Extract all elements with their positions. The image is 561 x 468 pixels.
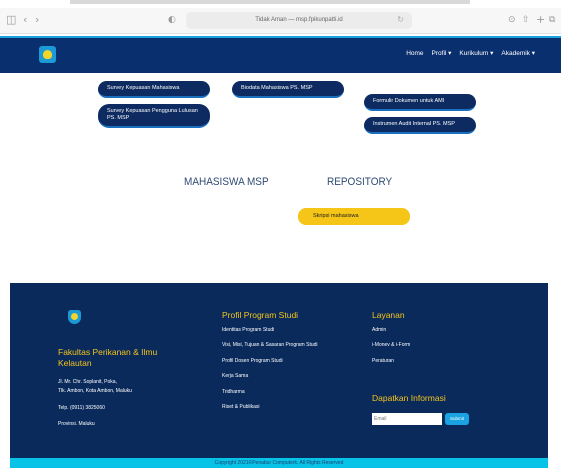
browser-toolbar: ◫ ‹ › ◐ Tidak Aman — msp.fpikunpatti.id … [0, 8, 561, 34]
faculty-name-line1: Fakultas Perikanan & Ilmu [58, 347, 158, 357]
profil-link-dosen[interactable]: Profil Dosen Program Studi [222, 358, 283, 365]
repository-section-title: REPOSITORY [327, 176, 393, 189]
skripsi-label: Skripsi mahasiswa [313, 213, 359, 219]
nav-kurikulum[interactable]: Kurikulum ▾ [459, 49, 493, 59]
info-title: Dapatkan Informasi [372, 393, 446, 403]
layanan-title: Layanan [372, 310, 405, 320]
nav-menu: Home Profil ▾ Kurikulum ▾ Akademik ▾ [406, 49, 535, 59]
profil-link-visi-misi[interactable]: Visi, Misi, Tujuan & Sasaran Program Stu… [222, 342, 318, 349]
mahasiswa-section-title: MAHASISWA MSP [184, 176, 269, 189]
sidebar-icon[interactable]: ◫ [6, 13, 16, 27]
share-icon[interactable]: ⇧ [522, 13, 530, 27]
new-tab-icon[interactable]: + [536, 13, 545, 27]
layanan-link-imonev[interactable]: i-Monev & i-Form [372, 342, 410, 349]
formulir-ami-button[interactable]: Formulir Dokumen untuk AMI [364, 94, 476, 111]
address-bar-url: Tidak Aman — msp.fpikunpatti.id [255, 17, 343, 23]
address-line1: Jl. Mr. Chr. Soplanit, Poka, [58, 379, 117, 385]
faculty-emblem-icon [68, 310, 81, 324]
instrumen-audit-button[interactable]: Instrumen Audit Internal PS. MSP [364, 117, 476, 134]
survey-pengguna-label-line2: PS. MSP [107, 115, 130, 121]
nav-home[interactable]: Home [406, 49, 423, 59]
copyright-bar: Copyright 2021©Penabur Computerk. All Ri… [10, 458, 548, 468]
province: Provinsi. Maluku [58, 421, 95, 427]
profil-link-identitas[interactable]: Identitas Program Studi [222, 327, 274, 334]
site-logo[interactable] [39, 46, 56, 63]
address-line2: Tlk. Ambon, Kota Ambon, Maluku [58, 388, 132, 394]
profil-link-tridharma[interactable]: Tridharma [222, 389, 245, 396]
profil-title: Profil Program Studi [222, 310, 299, 320]
top-strip [70, 0, 470, 4]
reload-icon[interactable]: ↻ [397, 14, 404, 26]
download-icon[interactable]: ⊙ [508, 13, 516, 27]
privacy-shield-icon[interactable]: ◐ [168, 13, 176, 27]
faculty-name-line2: Kelautan [58, 358, 92, 368]
site-navbar: Home Profil ▾ Kurikulum ▾ Akademik ▾ [0, 36, 561, 73]
instrumen-audit-label: Instrumen Audit Internal PS. MSP [373, 121, 455, 127]
back-icon[interactable]: ‹ [23, 13, 27, 27]
survey-mahasiswa-label: Survey Kepuasan Mahasiswa [107, 85, 180, 91]
survey-pengguna-button[interactable]: Survey Kepuasan Pengguna Lulusan PS. MSP [98, 104, 210, 128]
layanan-link-admin[interactable]: Admin [372, 327, 386, 334]
address-bar[interactable]: Tidak Aman — msp.fpikunpatti.id ↻ [186, 12, 412, 29]
phone: Telp. (0911) 3825060 [58, 405, 105, 411]
page: ◫ ‹ › ◐ Tidak Aman — msp.fpikunpatti.id … [0, 0, 561, 468]
nav-akademik[interactable]: Akademik ▾ [501, 49, 535, 59]
nav-profil[interactable]: Profil ▾ [432, 49, 452, 59]
tabs-overview-icon[interactable]: ⧉ [549, 13, 555, 27]
biodata-button[interactable]: Biodata Mahasiswa PS. MSP [232, 81, 344, 98]
profil-link-kerja-sama[interactable]: Kerja Sama [222, 373, 248, 380]
biodata-label: Biodata Mahasiswa PS. MSP [241, 85, 313, 91]
forward-icon[interactable]: › [35, 13, 39, 27]
survey-mahasiswa-button[interactable]: Survey Kepuasan Mahasiswa [98, 81, 210, 98]
formulir-ami-label: Formulir Dokumen untuk AMI [373, 98, 445, 104]
email-field[interactable] [372, 413, 442, 425]
submit-button[interactable]: Submit [445, 413, 469, 425]
layanan-link-peraturan[interactable]: Peraturan [372, 358, 394, 365]
survey-pengguna-label-line1: Survey Kepuasan Pengguna Lulusan [107, 108, 198, 114]
profil-link-riset[interactable]: Riset & Publikasi [222, 404, 260, 411]
skripsi-button[interactable]: Skripsi mahasiswa [298, 208, 410, 225]
